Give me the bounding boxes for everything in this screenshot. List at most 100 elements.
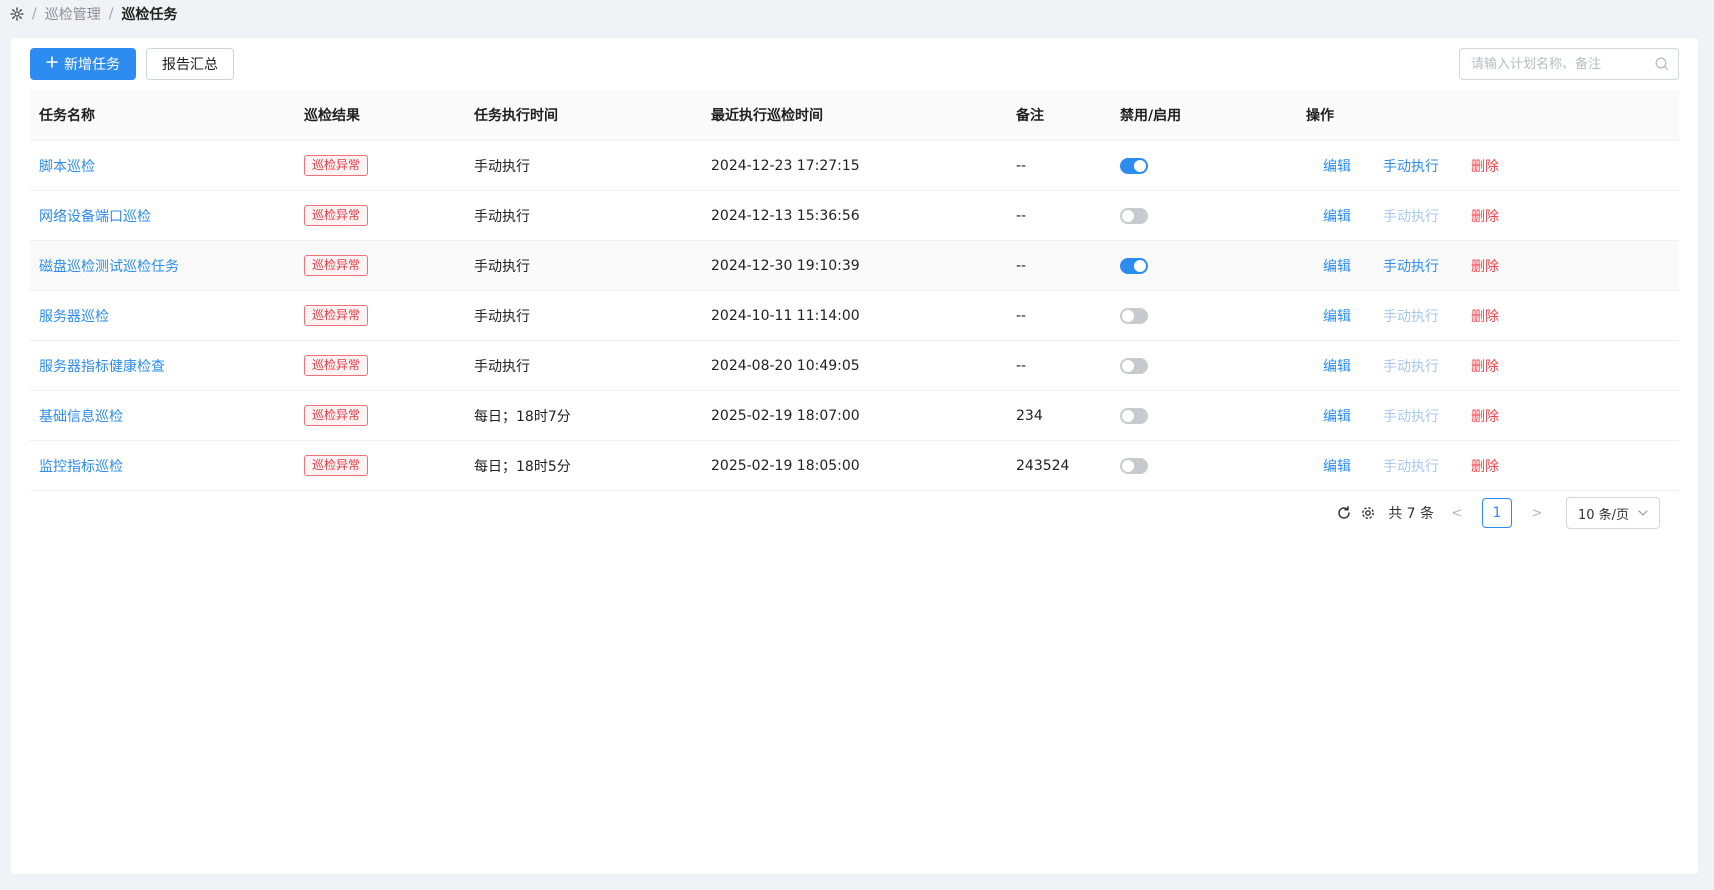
add-task-button[interactable]: 新增任务 [30,48,136,80]
search-input[interactable] [1471,49,1654,79]
last-run-cell: 2024-10-11 11:14:00 [711,307,860,324]
table-row: 磁盘巡检测试巡检任务 巡检异常 手动执行 2024-12-30 19:10:39 -- 编… [30,241,1679,291]
edit-button[interactable]: 编辑 [1323,206,1351,226]
manual-run-button[interactable]: 手动执行 [1383,156,1439,176]
task-name-link[interactable]: 基础信息巡检 [39,409,123,425]
manual-run-button: 手动执行 [1383,408,1439,425]
schedule-cell: 手动执行 [474,258,530,275]
last-run-cell: 2024-12-30 19:10:39 [711,257,860,274]
header-actions: 操作 [1306,108,1334,124]
task-name-link[interactable]: 网络设备端口巡检 [39,209,151,225]
toggle-knob [1122,409,1134,422]
schedule-cell: 每日；18时7分 [474,408,571,425]
table-row: 基础信息巡检 巡检异常 每日；18时7分 2025-02-19 18:07:00 234… [30,391,1679,441]
delete-button[interactable]: 删除 [1471,256,1499,276]
header-enable: 禁用/启用 [1120,108,1182,124]
toggle-knob [1134,159,1146,172]
schedule-cell: 手动执行 [474,158,530,175]
task-name-link[interactable]: 磁盘巡检测试巡检任务 [39,259,179,275]
toggle-knob [1122,459,1134,472]
header-remark: 备注 [1016,108,1044,124]
enable-toggle[interactable] [1120,457,1148,474]
edit-button[interactable]: 编辑 [1323,356,1351,376]
delete-button[interactable]: 删除 [1471,306,1499,326]
remark-cell: -- [1016,207,1027,224]
remark-cell: 243524 [1016,457,1070,474]
manual-run-button: 手动执行 [1383,308,1439,325]
refresh-icon[interactable] [1336,505,1352,521]
toggle-knob [1122,309,1134,322]
schedule-cell: 手动执行 [474,308,530,325]
chevron-down-icon [1637,507,1649,519]
status-badge: 巡检异常 [304,305,369,326]
enable-toggle[interactable] [1120,407,1148,424]
edit-button[interactable]: 编辑 [1323,156,1351,176]
task-table: 任务名称 巡检结果 任务执行时间 最近执行巡检时间 备注 禁用/启用 操作 脚本… [30,90,1679,491]
task-name-link[interactable]: 服务器巡检 [39,309,109,325]
remark-cell: -- [1016,357,1027,374]
delete-button[interactable]: 删除 [1471,206,1499,226]
report-summary-button[interactable]: 报告汇总 [146,48,234,80]
last-run-cell: 2024-12-13 15:36:56 [711,207,860,224]
toggle-knob [1134,259,1146,272]
remark-cell: -- [1016,157,1027,174]
status-badge: 巡检异常 [304,355,369,376]
settings-icon[interactable] [1360,505,1376,521]
search-icon[interactable] [1654,56,1670,72]
edit-button[interactable]: 编辑 [1323,256,1351,276]
task-name-link[interactable]: 服务器指标健康检查 [39,359,165,375]
pagination-total: 共 7 条 [1388,506,1434,522]
add-task-label: 新增任务 [64,57,120,73]
manual-run-button: 手动执行 [1383,208,1439,225]
last-run-cell: 2024-08-20 10:49:05 [711,357,860,374]
delete-button[interactable]: 删除 [1471,156,1499,176]
edit-button[interactable]: 编辑 [1323,306,1351,326]
status-badge: 巡检异常 [304,155,369,176]
delete-button[interactable]: 删除 [1471,406,1499,426]
page-number-current[interactable]: 1 [1482,498,1512,528]
header-last-run: 最近执行巡检时间 [711,108,823,124]
status-badge: 巡检异常 [304,405,369,426]
table-row: 服务器巡检 巡检异常 手动执行 2024-10-11 11:14:00 -- 编辑 手动执行… [30,291,1679,341]
task-name-link[interactable]: 脚本巡检 [39,159,95,175]
enable-toggle[interactable] [1120,207,1148,224]
main-card: 新增任务 报告汇总 任务名称 巡检结果 任务执行时间 最近执行巡检时间 备注 禁… [11,38,1698,874]
page-size-value: 10 条/页 [1578,507,1630,523]
next-page-icon[interactable]: > [1528,506,1546,521]
edit-button[interactable]: 编辑 [1323,456,1351,476]
table-header: 任务名称 巡检结果 任务执行时间 最近执行巡检时间 备注 禁用/启用 操作 [30,90,1679,141]
table-body: 脚本巡检 巡检异常 手动执行 2024-12-23 17:27:15 -- 编辑 手动执行删… [30,141,1679,491]
plus-icon [46,56,58,72]
enable-toggle[interactable] [1120,157,1148,174]
table-row: 监控指标巡检 巡检异常 每日；18时5分 2025-02-19 18:05:00 243… [30,441,1679,491]
breadcrumb-separator: / [108,6,114,22]
enable-toggle[interactable] [1120,307,1148,324]
enable-toggle[interactable] [1120,257,1148,274]
breadcrumb-item-inspection-mgmt[interactable]: 巡检管理 [45,4,101,24]
gear-icon[interactable] [10,7,24,21]
prev-page-icon[interactable]: < [1448,506,1466,521]
status-badge: 巡检异常 [304,455,369,476]
header-task-name: 任务名称 [39,108,95,124]
schedule-cell: 手动执行 [474,208,530,225]
schedule-cell: 手动执行 [474,358,530,375]
edit-button[interactable]: 编辑 [1323,406,1351,426]
manual-run-button[interactable]: 手动执行 [1383,256,1439,276]
task-name-link[interactable]: 监控指标巡检 [39,459,123,475]
last-run-cell: 2025-02-19 18:05:00 [711,457,860,474]
remark-cell: -- [1016,257,1027,274]
toggle-knob [1122,209,1134,222]
page-size-select[interactable]: 10 条/页 [1566,497,1660,529]
remark-cell: 234 [1016,407,1043,424]
search-box[interactable] [1459,48,1679,80]
delete-button[interactable]: 删除 [1471,356,1499,376]
last-run-cell: 2025-02-19 18:07:00 [711,407,860,424]
table-row: 网络设备端口巡检 巡检异常 手动执行 2024-12-13 15:36:56 -- 编辑 手… [30,191,1679,241]
enable-toggle[interactable] [1120,357,1148,374]
manual-run-button: 手动执行 [1383,358,1439,375]
delete-button[interactable]: 删除 [1471,456,1499,476]
remark-cell: -- [1016,307,1027,324]
schedule-cell: 每日；18时5分 [474,458,571,475]
breadcrumb-current: 巡检任务 [121,7,178,23]
manual-run-button: 手动执行 [1383,458,1439,475]
